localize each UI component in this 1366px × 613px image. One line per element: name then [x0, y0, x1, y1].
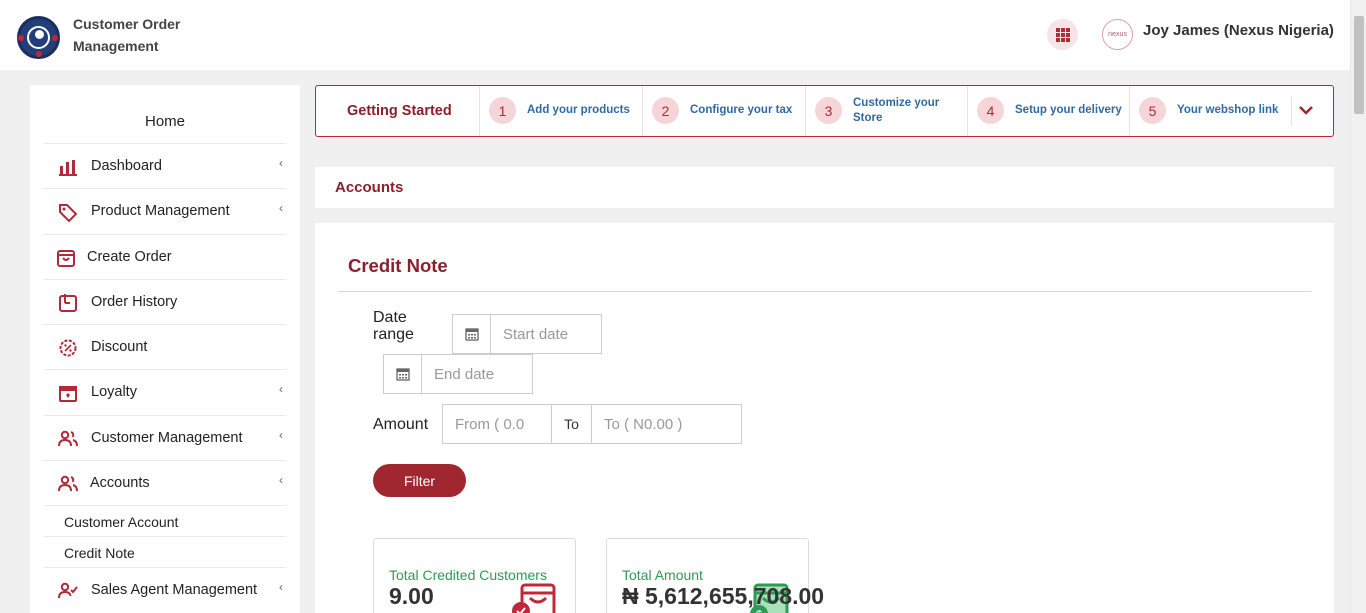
shopping-bag-icon	[512, 583, 556, 613]
calendar-icon[interactable]	[384, 355, 422, 393]
chevron-left-icon: ‹	[279, 428, 283, 442]
sidebar: Home Dashboard ‹ Product Management ‹ Cr…	[30, 85, 300, 613]
user-check-icon	[58, 582, 78, 599]
stat-label: Total Amount	[622, 567, 703, 583]
page-title: Credit Note	[348, 255, 448, 276]
sidebar-item-label: Accounts	[90, 475, 150, 491]
sidebar-item-create-order[interactable]: Create Order	[44, 234, 286, 279]
chevron-left-icon: ‹	[279, 382, 283, 396]
stat-value: ₦ 5,612,655,708.00	[622, 583, 825, 609]
chevron-down-icon[interactable]	[1296, 100, 1316, 120]
step-label[interactable]: Configure your tax	[690, 103, 792, 118]
sidebar-item-dashboard[interactable]: Dashboard ‹	[44, 143, 286, 188]
sidebar-subitem-credit-note[interactable]: Credit Note	[44, 536, 286, 567]
step-label[interactable]: Setup your delivery	[1015, 103, 1122, 118]
divider	[338, 291, 1311, 292]
tag-icon	[59, 204, 78, 222]
sidebar-item-label: Sales Agent Management	[91, 582, 258, 598]
sidebar-item-label: Order History	[91, 294, 178, 310]
getting-started-bar: Getting Started 1 Add your products 2 Co…	[315, 85, 1334, 137]
step-number: 1	[489, 97, 516, 124]
step-number: 3	[815, 97, 842, 124]
step-number: 4	[977, 97, 1004, 124]
top-header: Customer Order Management nexus Joy Jame…	[0, 0, 1350, 70]
apps-grid-icon[interactable]	[1047, 19, 1078, 50]
amount-range-group: To	[442, 404, 742, 444]
start-date-input[interactable]	[491, 315, 599, 353]
stat-value: 9.00	[389, 583, 434, 609]
end-date-group	[383, 354, 533, 394]
sidebar-item-label: Create Order	[87, 249, 172, 265]
step-configure-tax[interactable]: 2 Configure your tax	[642, 86, 805, 136]
sidebar-item-loyalty[interactable]: Loyalty ‹	[44, 369, 286, 414]
bar-chart-icon	[59, 160, 77, 176]
chevron-left-icon: ‹	[279, 580, 283, 594]
scrollbar-thumb[interactable]	[1354, 16, 1364, 114]
users-icon	[58, 430, 78, 447]
page-scrollbar[interactable]	[1350, 0, 1366, 613]
sidebar-item-label: Discount	[91, 339, 148, 355]
sidebar-item-sales-agent-management[interactable]: Sales Agent Management ‹	[44, 567, 286, 612]
date-range-label: Date range	[373, 309, 414, 343]
app-title: Customer Order Management	[73, 16, 181, 54]
sidebar-item-product-management[interactable]: Product Management ‹	[44, 188, 286, 233]
sidebar-item-label: Loyalty	[91, 384, 137, 400]
stat-card-credited-customers: Total Credited Customers 9.00	[373, 538, 576, 613]
sidebar-item-label: Product Management	[91, 203, 230, 219]
step-label[interactable]: Add your products	[527, 103, 630, 118]
step-setup-delivery[interactable]: 4 Setup your delivery	[967, 86, 1129, 136]
end-date-input[interactable]	[422, 355, 530, 393]
amount-to-input[interactable]	[592, 405, 740, 443]
chevron-left-icon: ‹	[279, 473, 283, 487]
stat-card-total-amount: $ Total Amount ₦ 5,612,655,708.00	[606, 538, 824, 613]
user-avatar[interactable]: nexus	[1102, 19, 1133, 50]
step-webshop-link[interactable]: 5 Your webshop link	[1129, 86, 1291, 136]
step-label[interactable]: Customize your Store	[853, 96, 948, 126]
sidebar-subitem-label: Customer Account	[64, 514, 179, 530]
breadcrumb: Accounts	[315, 167, 1334, 208]
step-add-products[interactable]: 1 Add your products	[479, 86, 642, 136]
sidebar-subitem-label: Credit Note	[64, 545, 135, 561]
sidebar-subitem-customer-account[interactable]: Customer Account	[44, 505, 286, 536]
gift-box-icon	[59, 386, 77, 402]
breadcrumb-accounts[interactable]: Accounts	[335, 179, 403, 196]
chevron-left-icon: ‹	[279, 201, 283, 215]
sidebar-item-customer-management[interactable]: Customer Management ‹	[44, 415, 286, 460]
calendar-icon[interactable]	[453, 315, 491, 353]
sidebar-item-home[interactable]: Home	[30, 113, 300, 130]
filter-button[interactable]: Filter	[373, 464, 466, 497]
amount-from-input[interactable]	[443, 405, 551, 443]
amount-label: Amount	[373, 416, 429, 433]
amount-to-label: To	[551, 405, 592, 443]
step-customize-store[interactable]: 3 Customize your Store	[805, 86, 967, 136]
step-number: 2	[652, 97, 679, 124]
sidebar-item-order-history[interactable]: Order History	[44, 279, 286, 324]
user-name[interactable]: Joy James (Nexus Nigeria)	[1143, 22, 1334, 39]
sidebar-item-label: Customer Management	[91, 430, 243, 446]
credit-note-card: Credit Note Date range Amount To Filter …	[315, 223, 1334, 613]
start-date-group	[452, 314, 602, 354]
shopping-bag-icon	[57, 250, 75, 267]
step-label[interactable]: Your webshop link	[1177, 103, 1278, 118]
sidebar-item-label: Dashboard	[91, 158, 162, 174]
discount-badge-icon	[59, 339, 77, 357]
chevron-left-icon: ‹	[279, 156, 283, 170]
company-logo[interactable]	[17, 16, 60, 59]
history-icon	[59, 294, 77, 312]
step-number: 5	[1139, 97, 1166, 124]
sidebar-item-discount[interactable]: Discount	[44, 324, 286, 369]
sidebar-item-accounts[interactable]: Accounts ‹	[44, 460, 286, 505]
users-icon	[58, 475, 78, 492]
getting-started-title: Getting Started	[347, 103, 452, 119]
